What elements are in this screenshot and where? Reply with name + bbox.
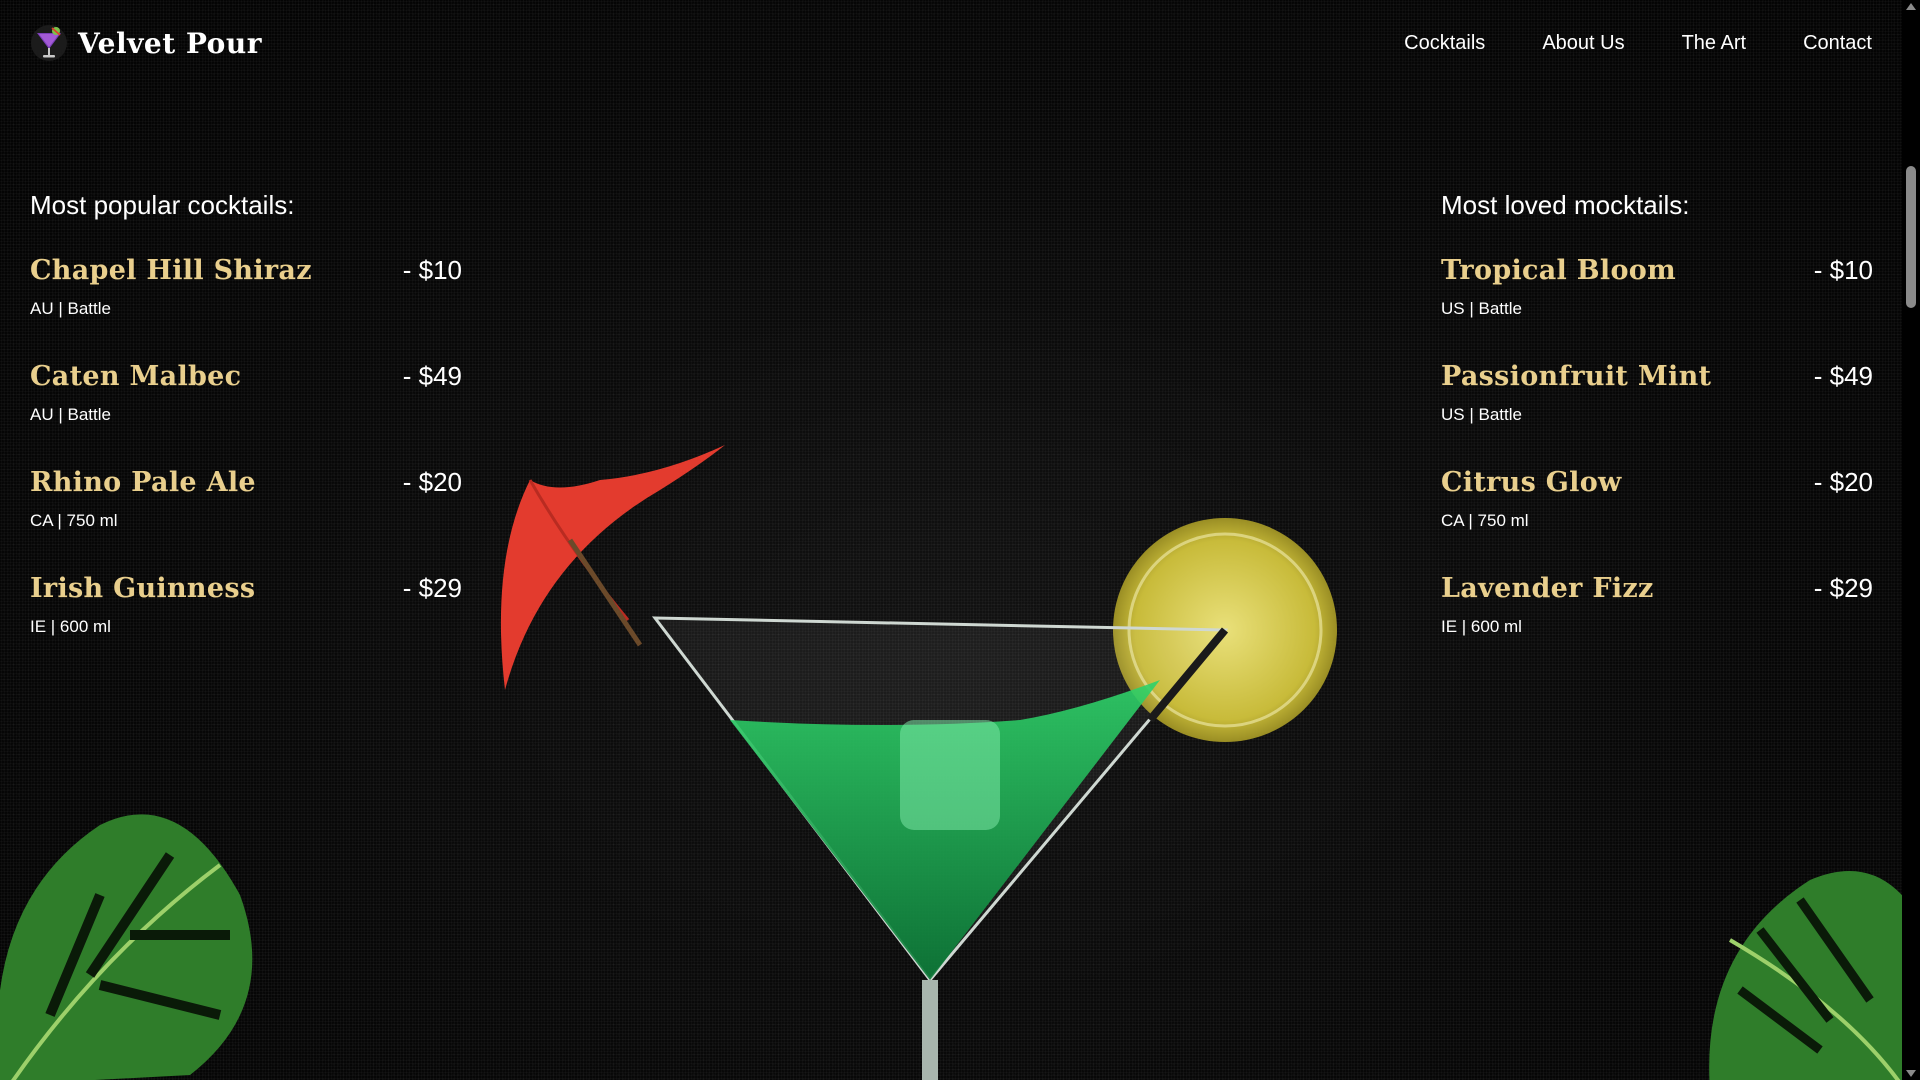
mocktail-item[interactable]: Citrus Glow - $20 CA | 750 ml bbox=[1441, 467, 1873, 573]
mocktail-item[interactable]: Lavender Fizz - $29 IE | 600 ml bbox=[1441, 573, 1873, 679]
item-price: - $10 bbox=[1813, 255, 1873, 285]
item-meta: IE | 600 ml bbox=[30, 617, 111, 636]
scroll-up-arrow-icon[interactable] bbox=[1906, 3, 1916, 10]
nav-item-contact[interactable]: Contact bbox=[1803, 32, 1872, 55]
scroll-down-arrow-icon[interactable] bbox=[1906, 1070, 1916, 1077]
item-price: - $29 bbox=[1813, 573, 1873, 603]
cocktail-item[interactable]: Caten Malbec - $49 AU | Battle bbox=[30, 361, 462, 467]
item-name: Caten Malbec bbox=[30, 361, 242, 392]
brand-name: Velvet Pour bbox=[78, 26, 262, 60]
item-name: Citrus Glow bbox=[1441, 467, 1622, 498]
item-meta: US | Battle bbox=[1441, 405, 1522, 424]
item-price: - $20 bbox=[402, 467, 462, 497]
nav-item-about-us[interactable]: About Us bbox=[1542, 32, 1624, 55]
monstera-leaf-right-illustration bbox=[1709, 871, 1920, 1080]
item-meta: IE | 600 ml bbox=[1441, 617, 1522, 636]
mocktail-item[interactable]: Tropical Bloom - $10 US | Battle bbox=[1441, 255, 1873, 361]
item-name: Irish Guinness bbox=[30, 573, 256, 604]
nav-links: Cocktails About Us The Art Contact bbox=[1347, 32, 1872, 55]
brand-link[interactable]: Velvet Pour bbox=[30, 23, 262, 63]
cocktail-item[interactable]: Chapel Hill Shiraz - $10 AU | Battle bbox=[30, 255, 462, 361]
loved-mocktails-section: Most loved mocktails: Tropical Bloom - $… bbox=[1441, 190, 1873, 679]
item-price: - $10 bbox=[402, 255, 462, 285]
cocktail-item[interactable]: Irish Guinness - $29 IE | 600 ml bbox=[30, 573, 462, 679]
cocktail-glass-illustration bbox=[500, 445, 1337, 1080]
item-price: - $29 bbox=[402, 573, 462, 603]
monstera-leaf-left-illustration bbox=[0, 814, 253, 1080]
item-name: Lavender Fizz bbox=[1441, 573, 1654, 604]
top-navigation: Velvet Pour Cocktails About Us The Art C… bbox=[0, 0, 1900, 86]
item-price: - $49 bbox=[402, 361, 462, 391]
item-price: - $49 bbox=[1813, 361, 1873, 391]
cocktails-heading: Most popular cocktails: bbox=[30, 190, 295, 220]
item-price: - $20 bbox=[1813, 467, 1873, 497]
nav-item-the-art[interactable]: The Art bbox=[1682, 32, 1746, 55]
scrollbar-thumb[interactable] bbox=[1906, 166, 1916, 308]
mocktails-heading: Most loved mocktails: bbox=[1441, 190, 1690, 220]
item-name: Rhino Pale Ale bbox=[30, 467, 256, 498]
page: Velvet Pour Cocktails About Us The Art C… bbox=[0, 0, 1920, 1080]
mocktail-item[interactable]: Passionfruit Mint - $49 US | Battle bbox=[1441, 361, 1873, 467]
item-name: Passionfruit Mint bbox=[1441, 361, 1712, 392]
item-name: Tropical Bloom bbox=[1441, 255, 1676, 286]
item-meta: US | Battle bbox=[1441, 299, 1522, 318]
item-meta: AU | Battle bbox=[30, 299, 111, 318]
nav-item-cocktails[interactable]: Cocktails bbox=[1404, 32, 1485, 55]
vertical-scrollbar[interactable] bbox=[1902, 0, 1920, 1080]
popular-cocktails-section: Most popular cocktails: Chapel Hill Shir… bbox=[30, 190, 462, 679]
item-meta: CA | 750 ml bbox=[1441, 511, 1529, 530]
item-name: Chapel Hill Shiraz bbox=[30, 255, 312, 286]
cocktail-item[interactable]: Rhino Pale Ale - $20 CA | 750 ml bbox=[30, 467, 462, 573]
item-meta: AU | Battle bbox=[30, 405, 111, 424]
cocktail-glass-icon bbox=[31, 25, 67, 61]
item-meta: CA | 750 ml bbox=[30, 511, 118, 530]
